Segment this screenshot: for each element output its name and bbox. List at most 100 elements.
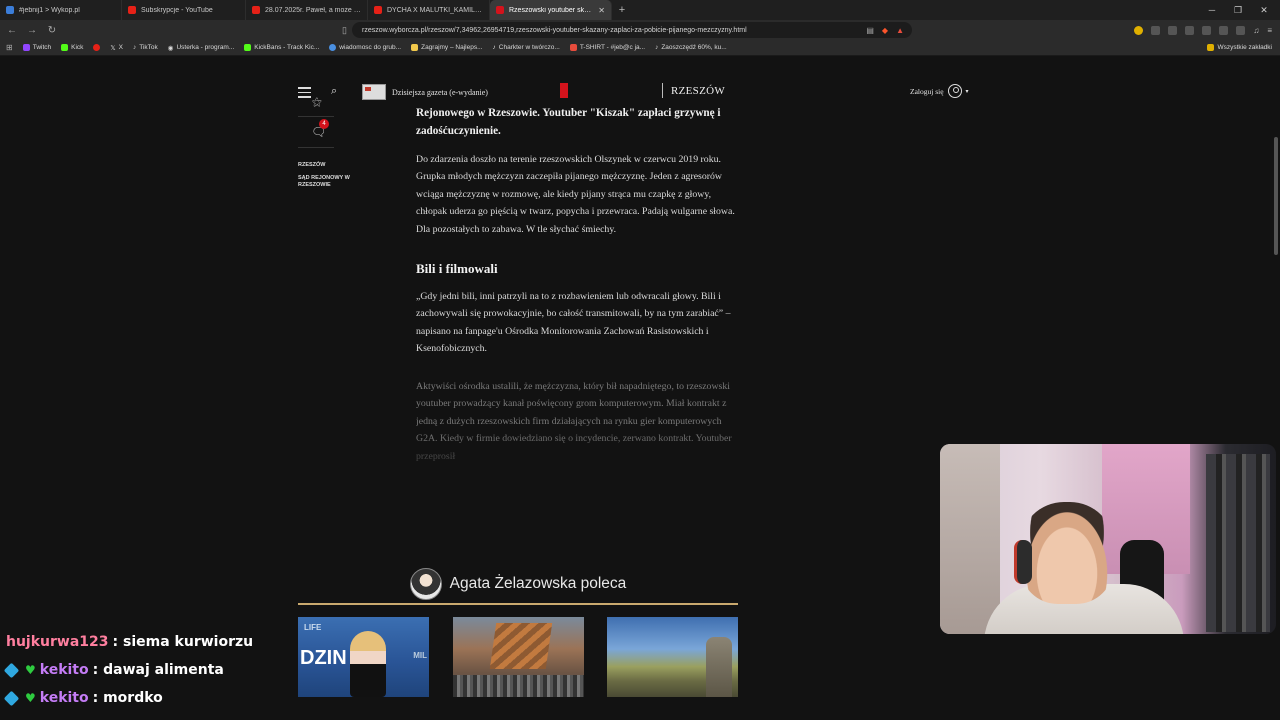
back-icon[interactable]: ← [4, 25, 20, 36]
tiktok-icon: ♪ [133, 44, 137, 51]
recommendation-card[interactable] [607, 617, 738, 697]
reader-icon[interactable]: ▤ [866, 26, 874, 35]
reload-icon[interactable]: ↻ [44, 25, 60, 36]
bookmark-item[interactable]: ♪ TikTok [133, 44, 158, 51]
comments-button[interactable]: 🗨 4 [311, 119, 358, 139]
bookmark-icon[interactable]: ▯ [342, 25, 347, 36]
divider [298, 116, 334, 117]
brave-rewards-icon[interactable]: ▲ [896, 26, 904, 35]
bookmark-item[interactable] [93, 44, 101, 51]
tag-link[interactable]: SĄD REJONOWY W RZESZOWIE [298, 175, 358, 188]
brave-shield-icon[interactable]: ◆ [882, 26, 888, 35]
bookmark-item[interactable]: Zagrajmy – Najleps... [411, 44, 483, 51]
media-icon[interactable]: ♫ [1253, 26, 1259, 35]
close-tab-icon[interactable]: ✕ [598, 6, 605, 15]
youtube-icon [252, 6, 260, 14]
x-icon: 𝕏 [110, 44, 116, 52]
tab-label: #jebnij1 > Wykop.pl [19, 6, 80, 14]
browser-tab[interactable]: 28.07.2025r. Paweł, a może Dariusz... [246, 0, 368, 20]
paywall-faded-text: Aktywiści ośrodka ustalili, że mężczyzna… [416, 378, 738, 482]
sidebar-icon[interactable] [1219, 25, 1229, 35]
hamburger-menu-icon[interactable] [298, 87, 311, 98]
chat-username: hujkurwa123 [6, 634, 109, 650]
extension-icon[interactable] [1185, 25, 1195, 35]
tab-label: DYCHA X MALUTKI_KAMILEK - KOBIETY [387, 6, 483, 14]
bookmark-item[interactable]: 𝕏X [110, 44, 123, 52]
stream-chat-overlay: hujkurwa123 : siema kurwiorzu ♥ kekito :… [0, 628, 560, 718]
e-edition-label: Dzisiejsza gazeta (e-wydanie) [392, 87, 488, 97]
close-window-icon[interactable]: ✕ [1258, 5, 1270, 16]
zagrajmy-icon [411, 44, 419, 51]
tiktok-icon: ♪ [492, 44, 496, 51]
new-tab-button[interactable]: + [612, 4, 632, 16]
e-edition-link[interactable]: Dzisiejsza gazeta (e-wydanie) [362, 84, 488, 100]
chat-message: ♥ kekito : mordko [0, 684, 560, 712]
site-logo[interactable]: RZESZÓW [560, 83, 725, 98]
wykop-icon [6, 6, 14, 14]
logo-wordmark [576, 83, 654, 98]
address-bar[interactable]: ▯ rzeszow.wyborcza.pl/rzeszow/7,34962,26… [342, 22, 912, 38]
menu-icon[interactable]: ≡ [1267, 26, 1272, 35]
bookmark-item[interactable]: T-SHIRT - #jeb@c ja... [569, 44, 645, 51]
browser-tab-active[interactable]: Rzeszowski youtuber skazany. Za... ✕ [490, 0, 612, 20]
extension-icon[interactable] [1151, 25, 1161, 35]
youtube-icon [374, 6, 382, 14]
extension-icon[interactable] [1168, 25, 1178, 35]
chat-message: hujkurwa123 : siema kurwiorzu [0, 628, 560, 656]
chat-text: : siema kurwiorzu [112, 634, 254, 650]
globe-icon [329, 44, 337, 51]
github-icon: ◉ [167, 44, 174, 52]
tag-link[interactable]: RZESZÓW [298, 162, 358, 168]
card-photo-climber [706, 637, 732, 697]
bookmark-item[interactable]: Twitch [22, 44, 51, 51]
all-bookmarks[interactable]: Wszystkie zakładki [1207, 44, 1272, 51]
browser-tab[interactable]: Subskrypcje - YouTube [122, 0, 246, 20]
webcam-overlay [940, 444, 1276, 634]
puzzle-icon[interactable] [1202, 25, 1212, 35]
bookmark-item[interactable]: wiadomosc do grub... [329, 44, 401, 51]
youtube-icon [128, 6, 136, 14]
kickbans-icon [244, 44, 252, 51]
article-paragraph: Do zdarzenia doszło na terenie rzeszowsk… [416, 154, 735, 235]
chat-username: kekito [39, 690, 89, 706]
bookmark-item[interactable]: ♪ Zaoszczędź 60%, ku... [655, 44, 727, 51]
kick-icon [61, 44, 69, 51]
browser-tab-strip: #jebnij1 > Wykop.pl Subskrypcje - YouTub… [0, 0, 1280, 20]
page-scrollbar-thumb[interactable] [1274, 137, 1278, 255]
minimize-icon[interactable]: ─ [1206, 5, 1218, 15]
bookmark-item[interactable]: Kick [61, 44, 83, 51]
apps-icon[interactable]: ⊞ [6, 43, 13, 52]
login-button[interactable]: Zaloguj się ▾ [910, 84, 969, 98]
article-side-rail: ⚝ 🗨 4 RZESZÓW SĄD REJONOWY W RZESZOWIE [298, 97, 358, 188]
gift-icon[interactable]: ⚝ [312, 97, 358, 108]
url-text: rzeszow.wyborcza.pl/rzeszow/7,34962,2695… [362, 26, 747, 34]
recommendations-header: Agata Żelazowska poleca [298, 568, 738, 605]
bookmark-item[interactable]: ♪ Charkter w twórczo... [493, 44, 560, 51]
youtube-icon [93, 44, 101, 51]
article-subheading: Bili i filmowali [416, 261, 498, 277]
divider [298, 147, 334, 148]
extension-icon[interactable] [1134, 25, 1144, 35]
restore-icon[interactable]: ❐ [1232, 5, 1244, 16]
window-controls: ─ ❐ ✕ [1206, 0, 1280, 20]
profile-icon[interactable] [1236, 25, 1246, 35]
login-label: Zaloguj się [910, 86, 944, 96]
browser-tab[interactable]: DYCHA X MALUTKI_KAMILEK - KOBIETY [368, 0, 490, 20]
bookmark-item[interactable]: ◉ Usterka - program... [168, 44, 234, 52]
newspaper-thumbnail [362, 84, 386, 100]
user-icon [947, 84, 962, 98]
extensions-area: ♫ ≡ [1134, 20, 1280, 40]
article-body: Rejonowego w Rzeszowie. Youtuber "Kiszak… [416, 105, 738, 358]
forward-icon[interactable]: → [24, 25, 40, 36]
browser-tab[interactable]: #jebnij1 > Wykop.pl [0, 0, 122, 20]
twitch-icon [22, 44, 30, 51]
comment-count-badge: 4 [319, 119, 329, 129]
divider [662, 83, 663, 98]
wyborcza-icon [496, 6, 504, 14]
logo-mark-icon [560, 83, 568, 98]
heart-badge-icon: ♥ [25, 691, 36, 705]
article-lead: Rejonowego w Rzeszowie. Youtuber "Kiszak… [416, 107, 721, 137]
bookmark-item[interactable]: KickBans - Track Kic... [244, 44, 319, 51]
tiktok-icon: ♪ [655, 44, 659, 51]
folder-icon [1207, 44, 1215, 51]
